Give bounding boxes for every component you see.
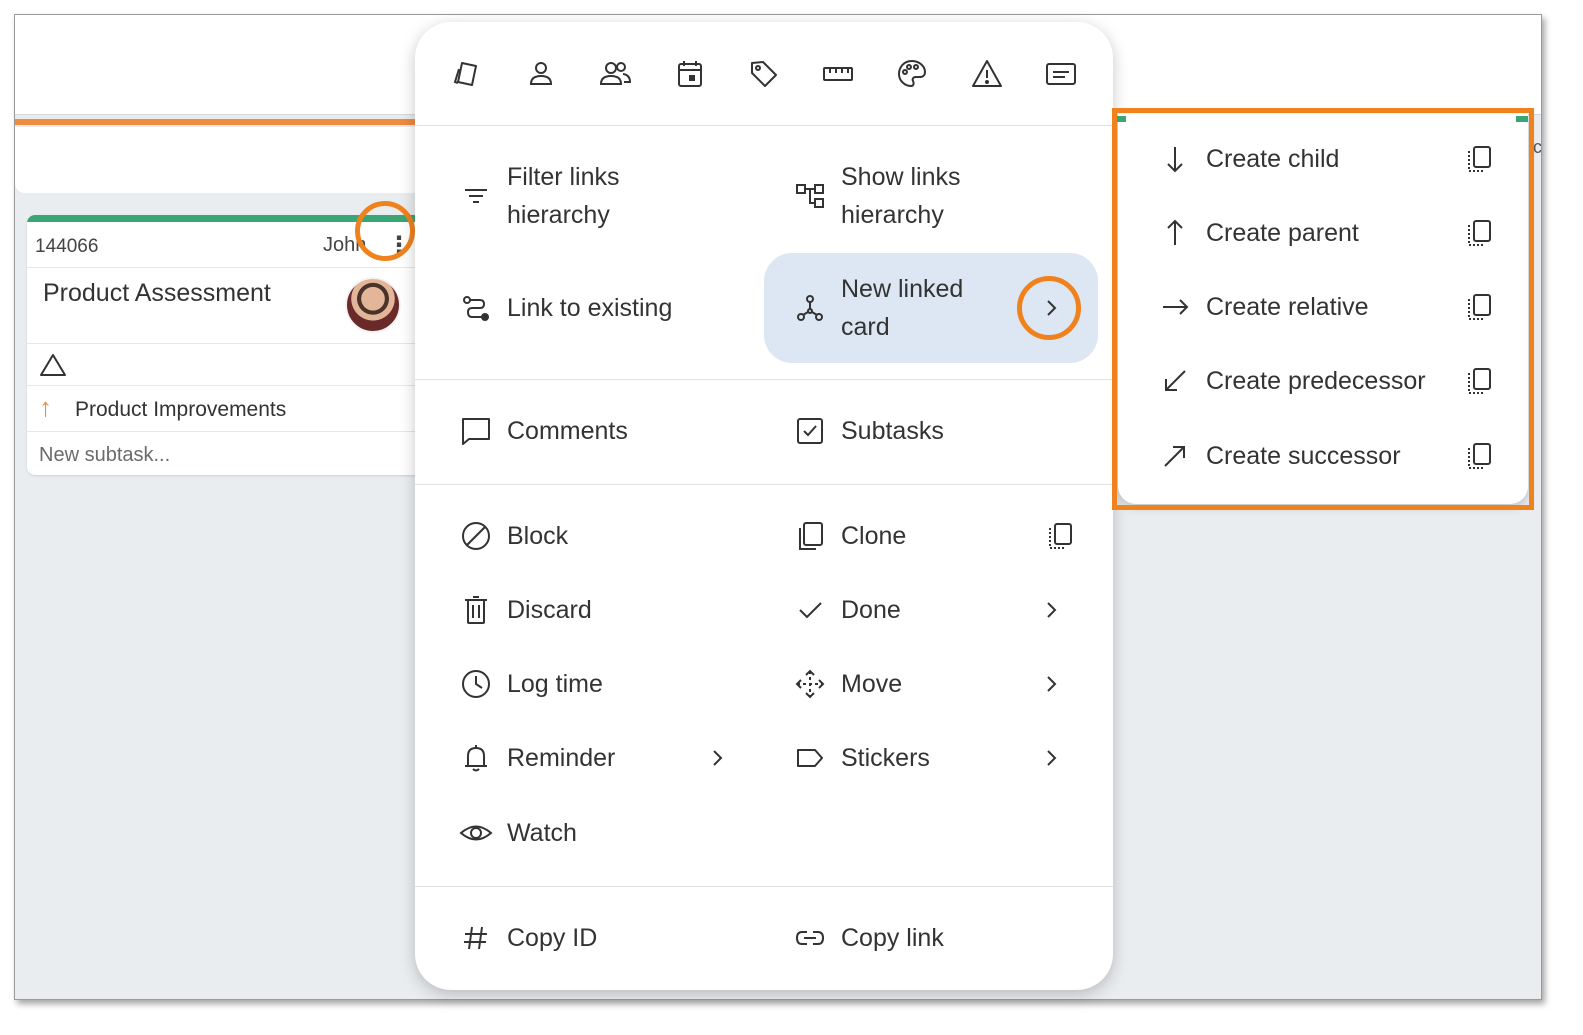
chevron-right-icon[interactable] xyxy=(1039,746,1063,770)
new-linked-card[interactable]: New linked card xyxy=(793,270,963,346)
card-title[interactable]: Product Assessment xyxy=(43,279,271,308)
show-links-label-1: Show links xyxy=(841,163,961,191)
hash-icon xyxy=(459,921,493,955)
lane-color-line xyxy=(15,119,425,125)
log-time-item[interactable]: Log time xyxy=(459,665,603,703)
divider xyxy=(415,379,1113,380)
menu-toolbar xyxy=(415,22,1113,126)
reminder-item[interactable]: Reminder xyxy=(459,739,615,777)
filter-links-hierarchy[interactable]: Filter links hierarchy xyxy=(459,158,620,234)
watch-item[interactable]: Watch xyxy=(459,814,577,852)
block-label: Block xyxy=(507,522,569,550)
checkbox-icon xyxy=(793,414,827,448)
card-warning-row xyxy=(27,343,425,385)
parent-card-label[interactable]: Product Improvements xyxy=(75,398,286,422)
block-item[interactable]: Block xyxy=(459,517,568,555)
highlight-circle xyxy=(1017,276,1081,340)
clone-to-board-icon[interactable] xyxy=(1045,521,1075,551)
divider xyxy=(415,886,1113,887)
lane-header xyxy=(15,127,425,193)
comments-label: Comments xyxy=(507,417,628,445)
discard-label: Discard xyxy=(507,596,592,624)
card-parent-link[interactable]: ↑ Product Improvements xyxy=(27,385,425,431)
comment-icon xyxy=(459,414,493,448)
card-id: 144066 xyxy=(35,236,99,257)
filter-icon xyxy=(459,179,493,213)
stickers-item[interactable]: Stickers xyxy=(793,739,930,777)
show-links-hierarchy[interactable]: Show links hierarchy xyxy=(793,158,961,234)
card-context-menu: Filter links hierarchy Show links hierarch… xyxy=(415,22,1113,990)
warning-icon xyxy=(40,354,66,376)
subtasks-label: Subtasks xyxy=(841,417,944,445)
palette-icon[interactable] xyxy=(892,54,932,94)
discard-item[interactable]: Discard xyxy=(459,591,592,629)
move-label: Move xyxy=(841,670,903,698)
users-icon[interactable] xyxy=(595,54,635,94)
eye-icon xyxy=(459,816,493,850)
hierarchy-icon xyxy=(793,179,827,213)
card-type-icon[interactable] xyxy=(447,54,487,94)
card-template-icon[interactable] xyxy=(1041,54,1081,94)
copy-link-item[interactable]: Copy link xyxy=(793,919,944,957)
subtask-placeholder: New subtask... xyxy=(39,444,171,466)
filter-links-label-2: hierarchy xyxy=(507,201,610,229)
clone-icon xyxy=(793,519,827,553)
copy-id-item[interactable]: Copy ID xyxy=(459,919,597,957)
chevron-right-icon[interactable] xyxy=(1039,672,1063,696)
warning-icon[interactable] xyxy=(967,54,1007,94)
watch-label: Watch xyxy=(507,819,577,847)
filter-links-label-1: Filter links xyxy=(507,163,620,191)
move-icon xyxy=(793,667,827,701)
background-text: c xyxy=(1533,137,1542,157)
linked-cards-icon xyxy=(793,291,827,325)
link-to-existing[interactable]: Link to existing xyxy=(459,289,672,327)
clock-icon xyxy=(459,667,493,701)
reminder-label: Reminder xyxy=(507,744,616,772)
bell-icon xyxy=(459,741,493,775)
new-linked-card-label-1: New linked xyxy=(841,275,964,303)
clone-label: Clone xyxy=(841,522,907,550)
copy-link-label: Copy link xyxy=(841,924,944,952)
clone-item[interactable]: Clone xyxy=(793,517,906,555)
subtasks-item[interactable]: Subtasks xyxy=(793,412,944,450)
move-item[interactable]: Move xyxy=(793,665,902,703)
avatar[interactable] xyxy=(345,277,401,333)
new-linked-card-label-2: card xyxy=(841,313,890,341)
link-to-existing-label: Link to existing xyxy=(507,294,673,322)
chevron-right-icon[interactable] xyxy=(705,746,729,770)
block-icon xyxy=(459,519,493,553)
highlight-circle xyxy=(355,201,415,261)
new-subtask-input[interactable]: New subtask... xyxy=(27,431,425,475)
chevron-right-icon[interactable] xyxy=(1039,598,1063,622)
user-icon[interactable] xyxy=(521,54,561,94)
calendar-icon[interactable] xyxy=(670,54,710,94)
tag-icon[interactable] xyxy=(744,54,784,94)
sticker-icon xyxy=(793,741,827,775)
submenu-highlight-box xyxy=(1112,108,1534,510)
divider xyxy=(415,484,1113,485)
copy-id-label: Copy ID xyxy=(507,924,598,952)
trash-icon xyxy=(459,593,493,627)
link-icon xyxy=(793,921,827,955)
checkmark-icon xyxy=(793,593,827,627)
done-label: Done xyxy=(841,596,901,624)
done-item[interactable]: Done xyxy=(793,591,901,629)
log-time-label: Log time xyxy=(507,670,603,698)
comments-item[interactable]: Comments xyxy=(459,412,628,450)
ruler-icon[interactable] xyxy=(818,54,858,94)
arrow-up-icon: ↑ xyxy=(39,392,52,422)
show-links-label-2: hierarchy xyxy=(841,201,944,229)
stickers-label: Stickers xyxy=(841,744,930,772)
link-path-icon xyxy=(459,291,493,325)
